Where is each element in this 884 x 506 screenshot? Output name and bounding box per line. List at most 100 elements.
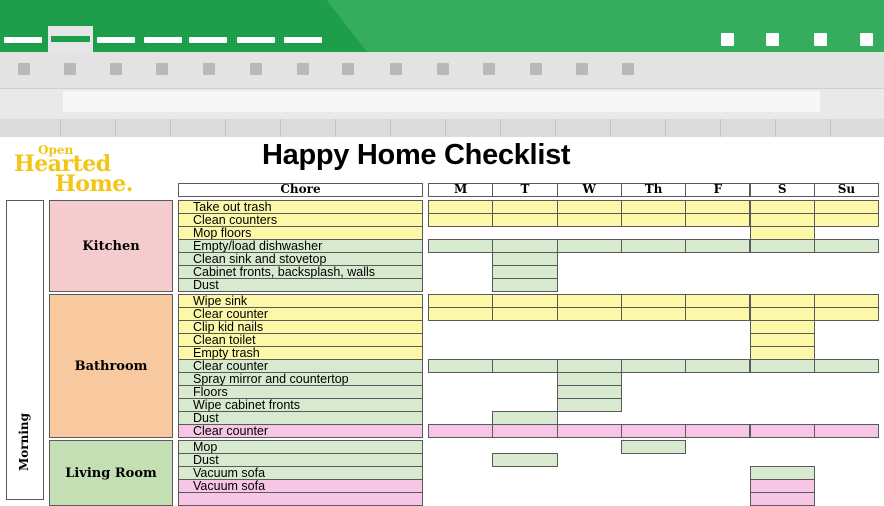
day-checkbox[interactable] xyxy=(620,294,687,308)
day-checkbox[interactable] xyxy=(492,278,558,292)
chore-cell[interactable]: Clean toilet xyxy=(178,333,423,347)
day-checkbox[interactable] xyxy=(492,359,558,373)
day-header-m[interactable]: M xyxy=(428,183,494,197)
day-checkbox[interactable] xyxy=(428,307,494,321)
column-divider[interactable] xyxy=(390,119,391,137)
day-checkbox[interactable] xyxy=(749,226,815,240)
chore-cell[interactable]: Clip kid nails xyxy=(178,320,423,334)
toolbar-icon[interactable] xyxy=(18,63,30,75)
column-divider[interactable] xyxy=(115,119,116,137)
day-header-th[interactable]: Th xyxy=(620,183,687,197)
chore-cell[interactable]: Empty/load dishwasher xyxy=(178,239,423,253)
day-checkbox[interactable] xyxy=(620,239,687,253)
room-bathroom[interactable]: Bathroom xyxy=(49,294,173,438)
tab-3[interactable] xyxy=(97,37,135,43)
chore-cell[interactable]: Wipe sink xyxy=(178,294,423,308)
day-checkbox[interactable] xyxy=(685,200,751,214)
day-checkbox[interactable] xyxy=(813,424,880,438)
chore-cell[interactable]: Dust xyxy=(178,411,423,425)
maximize-icon[interactable] xyxy=(814,33,827,46)
day-checkbox[interactable] xyxy=(492,424,558,438)
day-checkbox[interactable] xyxy=(492,294,558,308)
column-divider[interactable] xyxy=(170,119,171,137)
formula-input[interactable] xyxy=(63,91,820,112)
day-checkbox[interactable] xyxy=(492,411,558,425)
day-checkbox[interactable] xyxy=(492,213,558,227)
room-living-room[interactable]: Living Room xyxy=(49,440,173,506)
chore-cell[interactable]: Clear counter xyxy=(178,307,423,321)
day-checkbox[interactable] xyxy=(749,359,815,373)
chore-cell[interactable]: Dust xyxy=(178,278,423,292)
chore-cell[interactable]: Vacuum sofa xyxy=(178,466,423,480)
column-divider[interactable] xyxy=(500,119,501,137)
day-checkbox[interactable] xyxy=(556,372,622,386)
day-checkbox[interactable] xyxy=(685,307,751,321)
toolbar-icon[interactable] xyxy=(110,63,122,75)
day-checkbox[interactable] xyxy=(749,346,815,360)
day-checkbox[interactable] xyxy=(749,492,815,506)
day-checkbox[interactable] xyxy=(556,200,622,214)
chore-header[interactable]: Chore xyxy=(178,183,423,197)
day-checkbox[interactable] xyxy=(813,307,880,321)
day-checkbox[interactable] xyxy=(749,239,815,253)
day-checkbox[interactable] xyxy=(749,200,815,214)
day-checkbox[interactable] xyxy=(556,424,622,438)
tab-active[interactable] xyxy=(48,26,93,52)
day-checkbox[interactable] xyxy=(428,200,494,214)
day-checkbox[interactable] xyxy=(556,398,622,412)
day-checkbox[interactable] xyxy=(556,213,622,227)
day-checkbox[interactable] xyxy=(556,359,622,373)
toolbar-icon[interactable] xyxy=(622,63,634,75)
day-checkbox[interactable] xyxy=(685,359,751,373)
day-checkbox[interactable] xyxy=(685,424,751,438)
day-checkbox[interactable] xyxy=(556,239,622,253)
chore-cell[interactable]: Mop floors xyxy=(178,226,423,240)
day-checkbox[interactable] xyxy=(813,213,880,227)
chore-cell[interactable]: Spray mirror and countertop xyxy=(178,372,423,386)
chore-cell[interactable]: Mop xyxy=(178,440,423,454)
chore-cell[interactable]: Vacuum sofa xyxy=(178,479,423,493)
toolbar-icon[interactable] xyxy=(342,63,354,75)
day-checkbox[interactable] xyxy=(428,359,494,373)
day-checkbox[interactable] xyxy=(428,213,494,227)
chore-cell[interactable]: Cabinet fronts, backsplash, walls xyxy=(178,265,423,279)
day-checkbox[interactable] xyxy=(749,294,815,308)
day-checkbox[interactable] xyxy=(685,239,751,253)
period-label-cell[interactable]: Morning xyxy=(6,200,44,500)
day-checkbox[interactable] xyxy=(813,200,880,214)
column-divider[interactable] xyxy=(775,119,776,137)
day-checkbox[interactable] xyxy=(749,213,815,227)
toolbar-icon[interactable] xyxy=(576,63,588,75)
day-header-w[interactable]: W xyxy=(556,183,622,197)
day-checkbox[interactable] xyxy=(749,424,815,438)
column-divider[interactable] xyxy=(830,119,831,137)
chore-cell[interactable]: Take out trash xyxy=(178,200,423,214)
tab-4[interactable] xyxy=(144,37,182,43)
day-checkbox[interactable] xyxy=(428,294,494,308)
column-divider[interactable] xyxy=(610,119,611,137)
toolbar-icon[interactable] xyxy=(530,63,542,75)
toolbar-icon[interactable] xyxy=(390,63,402,75)
tab-5[interactable] xyxy=(189,37,227,43)
column-divider[interactable] xyxy=(665,119,666,137)
column-divider[interactable] xyxy=(555,119,556,137)
day-checkbox[interactable] xyxy=(685,213,751,227)
toolbar-icon[interactable] xyxy=(437,63,449,75)
tab-6[interactable] xyxy=(237,37,275,43)
chore-cell[interactable]: Wipe cabinet fronts xyxy=(178,398,423,412)
toolbar-icon[interactable] xyxy=(64,63,76,75)
day-checkbox[interactable] xyxy=(492,200,558,214)
chore-cell[interactable]: Clear counter xyxy=(178,424,423,438)
day-checkbox[interactable] xyxy=(428,424,494,438)
toolbar-icon[interactable] xyxy=(203,63,215,75)
day-checkbox[interactable] xyxy=(492,265,558,279)
day-checkbox[interactable] xyxy=(620,200,687,214)
day-header-s[interactable]: S xyxy=(749,183,815,197)
day-header-f[interactable]: F xyxy=(685,183,751,197)
day-checkbox[interactable] xyxy=(685,294,751,308)
day-checkbox[interactable] xyxy=(556,307,622,321)
day-checkbox[interactable] xyxy=(620,307,687,321)
chore-cell[interactable]: Clean sink and stovetop xyxy=(178,252,423,266)
day-checkbox[interactable] xyxy=(749,479,815,493)
day-checkbox[interactable] xyxy=(556,385,622,399)
